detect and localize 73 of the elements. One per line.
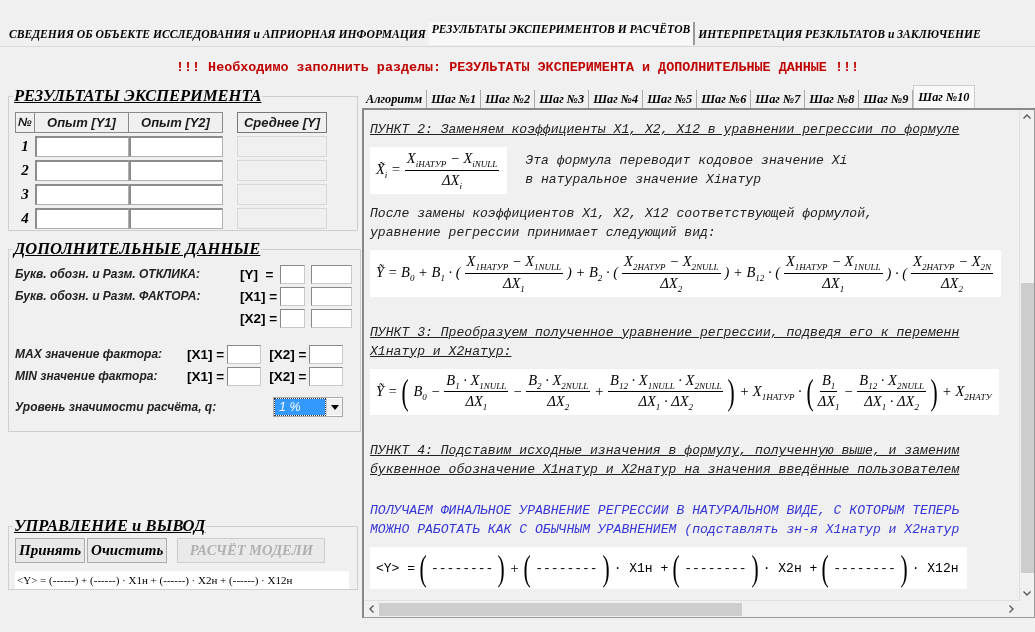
input-field[interactable] bbox=[129, 184, 223, 205]
chevron-left-icon[interactable] bbox=[369, 605, 374, 613]
input-field[interactable] bbox=[311, 308, 352, 328]
chevron-right-icon[interactable] bbox=[1009, 605, 1014, 613]
button[interactable]: Принять bbox=[15, 538, 86, 563]
input-field[interactable] bbox=[35, 184, 129, 205]
formula-output: <Y> = (------) + (------) · X1н + (------) · X2н + (------) · X12н bbox=[15, 571, 349, 589]
chevron-down-icon[interactable] bbox=[1023, 591, 1031, 596]
input-field[interactable] bbox=[309, 366, 344, 386]
vertical-scrollbar[interactable] bbox=[1019, 110, 1034, 600]
input-field[interactable] bbox=[129, 208, 223, 229]
horizontal-scrollbar[interactable] bbox=[364, 600, 1019, 617]
result-text: ПОЛУЧАЕМ ФИНАЛЬНОЕ УРАВНЕНИЕ РЕГРЕССИИ В НАТУРАЛЬНОМ ВИДЕ, С КОТОРЫМ ТЕПЕРЬ МОЖНО РАБОТАТЬ КАК С ОБЫЧНЫМ УРАВНЕНИЕМ (подставлять зн-я X1натур и X2натур bbox=[370, 502, 961, 540]
group-title: ДОПОЛНИТЕЛЬНЫЕ ДАННЫЕ bbox=[13, 239, 262, 259]
column-header: № bbox=[15, 112, 35, 133]
input-field[interactable] bbox=[309, 344, 344, 364]
input-field[interactable] bbox=[311, 286, 352, 306]
formula: Ỹ = B$_{0}$ + B$_{1}$ · ( X$_{1НАТУР}$ − X$_{1NULL}$ ΔX$_{1}$ ) + B$_{2}$ · ( X$_{2НАТУР}$ − X$_{2NULL}$ ΔX$_{2}$ ) + B$_{12}$ · ( X$_{1НАТУР}$ − X$_{1NULL}$ ΔX$_{1}$ ) · ( X$_{2НАТУР}$ − X$_{2N}$ ΔX$_{2}$ bbox=[370, 249, 1002, 297]
input-field[interactable] bbox=[35, 160, 129, 181]
tab[interactable]: Шаг №1 bbox=[427, 90, 482, 108]
field-label: [X1] = bbox=[187, 346, 225, 362]
tab[interactable]: Шаг №2 bbox=[481, 90, 536, 108]
warning-message: !!! Необходимо заполнить разделы: РЕЗУЛЬТАТЫ ЭКСПЕРИМЕНТА и ДОПОЛНИТЕЛЬНЫЕ ДАННЫЕ !!! bbox=[174, 60, 860, 77]
tab[interactable]: ИНТЕРПРЕТАЦИЯ РЕЗКЛЬТАТОВ и ЗАКЛЮЧЕНИЕ bbox=[695, 24, 984, 46]
tab[interactable]: Шаг №8 bbox=[805, 90, 860, 108]
tab[interactable]: Шаг №4 bbox=[589, 90, 644, 108]
column-header: Среднее [Y] bbox=[237, 112, 327, 133]
row-number: 2 bbox=[20, 161, 30, 180]
tab[interactable]: Шаг №7 bbox=[751, 90, 806, 108]
group-title: РЕЗУЛЬТАТЫ ЭКСПЕРИМЕНТА bbox=[13, 86, 263, 106]
input-field[interactable] bbox=[311, 264, 352, 284]
field-label: Букв. обозн. и Разм. ОТКЛИКА: bbox=[15, 267, 201, 281]
row-number: 3 bbox=[20, 185, 30, 204]
tab[interactable]: Алгоритм bbox=[362, 90, 428, 108]
field-label: [Y] = bbox=[240, 266, 275, 282]
column-header: Опыт [Y2] bbox=[129, 112, 223, 133]
input-field[interactable] bbox=[35, 208, 129, 229]
paragraph: После замены коэффициентов X1, X2, X12 соответствующей формулой, уравнение регрессии принимает следующий вид: bbox=[370, 204, 874, 242]
caret-icon bbox=[330, 404, 339, 410]
formula-note: Эта формула переводит кодовое значение Xi в натуральное значение Xiнатур bbox=[525, 152, 848, 190]
field-label: [X2] = bbox=[240, 310, 279, 326]
tab[interactable]: СВЕДЕНИЯ ОБ ОБЪЕКТЕ ИССЛЕДОВАНИЯ и АПРИОРНАЯ ИНФОРМАЦИЯ bbox=[6, 24, 429, 46]
input-field[interactable] bbox=[227, 344, 262, 364]
field-label: [X1] = bbox=[187, 368, 225, 384]
formula: X̃$_{i}$ = X$_{iНАТУР}$ − X$_{iNULL}$ ΔX$_{i}$ bbox=[370, 147, 508, 194]
column-header: Опыт [Y1] bbox=[35, 112, 129, 133]
tab[interactable]: Шаг №5 bbox=[643, 90, 698, 108]
chevron-up-icon[interactable] bbox=[1023, 114, 1031, 119]
field-label: Букв. обозн. и Разм. ФАКТОРА: bbox=[15, 289, 202, 303]
tab[interactable]: Шаг №3 bbox=[535, 90, 590, 108]
input-field[interactable] bbox=[35, 136, 129, 157]
field-label: MAX значение фактора: bbox=[15, 347, 164, 361]
input-field[interactable] bbox=[280, 286, 305, 306]
input-field[interactable] bbox=[129, 136, 223, 157]
tab[interactable]: РЕЗУЛЬТАТЫ ЭКСПЕРИМЕНТОВ И РАСЧЁТОВ bbox=[428, 22, 696, 45]
field-label: [X2] = bbox=[269, 368, 307, 384]
row-number: 1 bbox=[20, 137, 30, 156]
input-field[interactable] bbox=[129, 160, 223, 181]
field-label: MIN значение фактора: bbox=[15, 369, 159, 383]
input-field[interactable] bbox=[227, 366, 262, 386]
input-field[interactable] bbox=[280, 264, 305, 284]
section-heading: ПУНКТ 2: Заменяем коэффициенты X1, X2, X12 в уравнении регрессии по формуле bbox=[370, 121, 961, 139]
section-heading: ПУНКТ 3: Преобразуем полученное уравнение регрессии, подведя его к переменн X1натур и X2натур: bbox=[370, 323, 961, 361]
field-label: Уровень значимости расчёта, q: bbox=[15, 400, 218, 414]
field-label: [X2] = bbox=[269, 346, 307, 362]
field-label: [X1] = bbox=[240, 288, 279, 304]
input-field[interactable] bbox=[280, 308, 305, 328]
group-title: УПРАВЛЕНИЕ и ВЫВОД bbox=[13, 516, 207, 536]
section-heading: ПУНКТ 4: Подставим исходные изначения в формулу, полученную выше, и заменим буквенное обозначение X1натур и X2натур на значения введённые пользователем bbox=[370, 442, 961, 480]
button[interactable]: Очистить bbox=[87, 538, 168, 563]
row-number: 4 bbox=[20, 209, 30, 228]
tab[interactable]: Шаг №6 bbox=[697, 90, 752, 108]
tab[interactable]: Шаг №10 bbox=[913, 85, 975, 108]
